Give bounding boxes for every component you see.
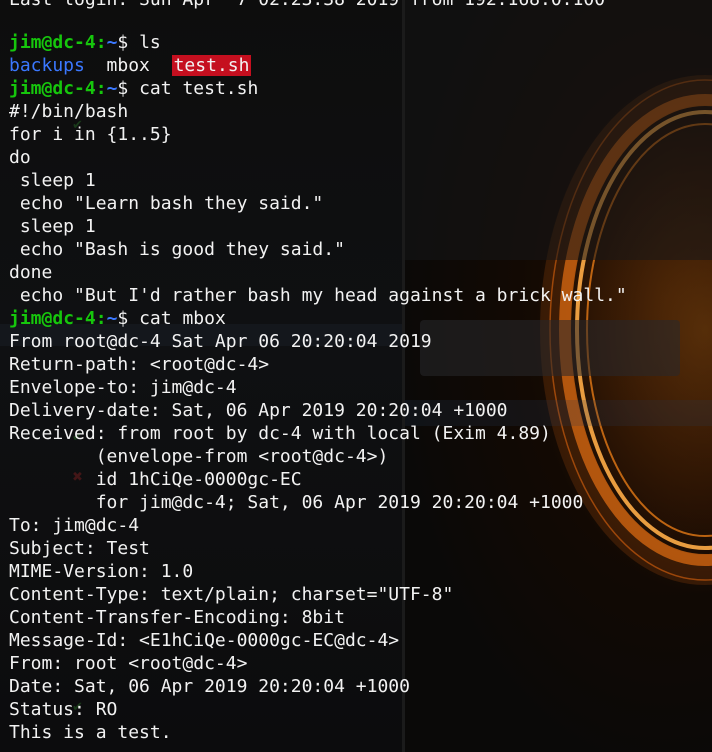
mbox-line: From root@dc-4 Sat Apr 06 20:20:04 2019: [9, 331, 432, 352]
script-line: echo "Bash is good they said.": [9, 239, 345, 260]
ls-dir-backups: backups: [9, 55, 85, 76]
prompt-user: jim: [9, 32, 42, 53]
mbox-line: Delivery-date: Sat, 06 Apr 2019 20:20:04…: [9, 400, 508, 421]
prompt-path: ~: [106, 308, 118, 329]
mbox-line: MIME-Version: 1.0: [9, 561, 194, 582]
prompt-path: ~: [106, 32, 118, 53]
prompt-path: ~: [106, 78, 118, 99]
prompt-symbol: $: [117, 78, 129, 99]
mbox-line: Received: from root by dc-4 with local (…: [9, 423, 551, 444]
command-line-ls: jim@dc-4:~$ ls: [9, 32, 161, 53]
mbox-line: Content-Transfer-Encoding: 8bit: [9, 607, 345, 628]
prompt-symbol: $: [117, 32, 129, 53]
prompt-user: jim: [9, 308, 42, 329]
mbox-line: Status: RO: [9, 699, 118, 720]
script-line: do: [9, 147, 31, 168]
script-line: done: [9, 262, 53, 283]
last-login-line: Last login: Sun Apr 7 02:23:38 2019 from…: [9, 0, 605, 11]
prompt-host: dc-4: [52, 308, 96, 329]
script-line: echo "Learn bash they said.": [9, 193, 324, 214]
script-line: echo "But I'd rather bash my head agains…: [9, 285, 627, 306]
mbox-line: Content-Type: text/plain; charset="UTF-8…: [9, 584, 454, 605]
prompt-host: dc-4: [52, 78, 96, 99]
script-line: sleep 1: [9, 216, 96, 237]
mbox-line: id 1hCiQe-0000gc-EC: [9, 469, 302, 490]
mbox-line: Envelope-to: jim@dc-4: [9, 377, 237, 398]
ls-output-line: backups mbox test.sh: [9, 54, 252, 77]
mbox-line: Message-Id: <E1hCiQe-0000gc-EC@dc-4>: [9, 630, 400, 651]
mbox-line: (envelope-from <root@dc-4>): [9, 446, 389, 467]
command-text: ls: [139, 32, 161, 53]
ls-file-mbox: mbox: [106, 55, 150, 76]
script-line: for i in {1..5}: [9, 124, 172, 145]
command-text: cat test.sh: [139, 78, 259, 99]
mbox-body-line: This is a test.: [9, 722, 172, 743]
script-line: #!/bin/bash: [9, 101, 129, 122]
command-line-cat-mbox: jim@dc-4:~$ cat mbox: [9, 308, 226, 329]
mbox-line: for jim@dc-4; Sat, 06 Apr 2019 20:20:04 …: [9, 492, 584, 513]
prompt-symbol: $: [117, 308, 129, 329]
command-text: cat mbox: [139, 308, 226, 329]
prompt-user: jim: [9, 78, 42, 99]
prompt-host: dc-4: [52, 32, 96, 53]
mbox-line: Return-path: <root@dc-4>: [9, 354, 270, 375]
mbox-line: Date: Sat, 06 Apr 2019 20:20:04 +1000: [9, 676, 410, 697]
ls-exec-test-sh: test.sh: [171, 55, 252, 76]
command-line-cat-test: jim@dc-4:~$ cat test.sh: [9, 78, 259, 99]
mbox-line: From: root <root@dc-4>: [9, 653, 248, 674]
mbox-line: To: jim@dc-4: [9, 515, 140, 536]
terminal-output[interactable]: Last login: Sun Apr 7 02:23:38 2019 from…: [0, 0, 712, 752]
script-line: sleep 1: [9, 170, 96, 191]
mbox-line: Subject: Test: [9, 538, 150, 559]
